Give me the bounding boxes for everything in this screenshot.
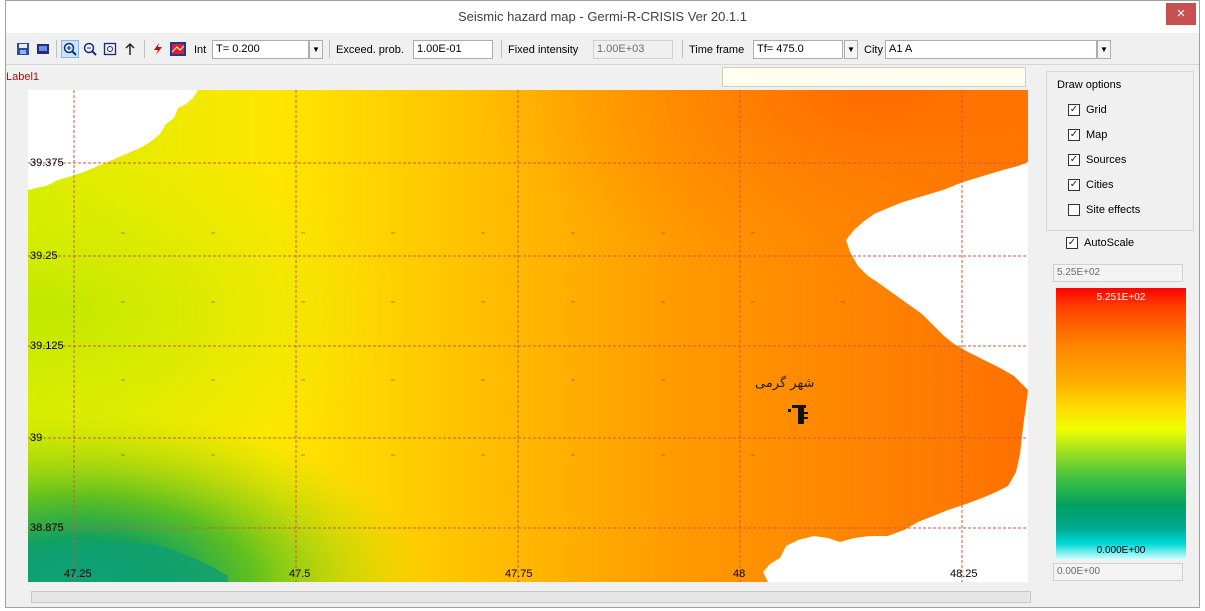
option-grid-label: Grid — [1086, 104, 1107, 116]
title-bar: Seismic hazard map - Germi-R-CRISIS Ver … — [6, 1, 1199, 33]
label1: Label1 — [6, 71, 40, 83]
scale-max-input[interactable]: 5.25E+02 — [1053, 264, 1183, 282]
time-frame-label: Time frame — [689, 44, 745, 56]
zoom-in-icon[interactable] — [61, 40, 79, 58]
exceed-prob-label: Exceed. prob. — [336, 44, 404, 56]
time-frame-dropdown-icon[interactable]: ▼ — [844, 40, 858, 59]
checkbox-map[interactable]: ✓ — [1068, 129, 1080, 141]
draw-options-group: Draw options ✓ Grid ✓ Map ✓ Sources ✓ Ci… — [1046, 71, 1194, 231]
info-box — [722, 67, 1026, 87]
int-label: Int — [194, 44, 207, 56]
lat-label-39-375: 39.375 — [30, 157, 64, 169]
time-frame-select[interactable]: Tf= 475.0 — [753, 40, 843, 59]
option-sources[interactable]: ✓ Sources — [1068, 152, 1126, 168]
option-sources-label: Sources — [1086, 154, 1127, 166]
int-select[interactable]: T= 0.200 — [212, 40, 309, 59]
checkbox-site-effects[interactable] — [1068, 204, 1080, 216]
option-site-effects-label: Site effects — [1086, 204, 1141, 216]
draw-options-title: Draw options — [1057, 79, 1122, 91]
lon-label-47-5: 47.5 — [289, 568, 311, 580]
colorbar-max-label: 5.251E+02 — [1096, 292, 1146, 303]
window-title: Seismic hazard map - Germi-R-CRISIS Ver … — [458, 9, 747, 24]
lon-label-47-75: 47.75 — [505, 568, 533, 580]
app-window: Seismic hazard map - Germi-R-CRISIS Ver … — [5, 0, 1200, 608]
city-select[interactable]: A1 A — [885, 40, 1097, 59]
status-bar — [31, 591, 1031, 603]
city-label: City — [864, 44, 883, 56]
scale-min-input[interactable]: 0.00E+00 — [1053, 563, 1183, 581]
checkbox-grid[interactable]: ✓ — [1068, 104, 1080, 116]
lat-label-39-25: 39.25 — [30, 250, 58, 262]
checkbox-sources[interactable]: ✓ — [1068, 154, 1080, 166]
autoscale-label: AutoScale — [1084, 237, 1135, 249]
checkbox-autoscale[interactable]: ✓ — [1066, 237, 1078, 249]
lat-label-39: 39 — [30, 432, 43, 444]
fixed-intensity-input[interactable]: 1.00E+03 — [593, 40, 673, 59]
colorbar-min-label: 0.000E+00 — [1096, 545, 1146, 556]
option-site-effects[interactable]: Site effects — [1068, 202, 1140, 218]
city-dropdown-icon[interactable]: ▼ — [1097, 40, 1111, 59]
lon-label-47-25: 47.25 — [64, 568, 92, 580]
toolbar: Int T= 0.200 ▼ Exceed. prob. 1.00E-01 Fi… — [6, 34, 1199, 65]
map-color-icon[interactable] — [169, 40, 187, 58]
city-name-label: شهر گرمی — [755, 376, 815, 391]
option-cities-label: Cities — [1086, 179, 1114, 191]
int-dropdown-icon[interactable]: ▼ — [309, 40, 323, 59]
lat-label-39-125: 39.125 — [30, 340, 64, 352]
option-cities[interactable]: ✓ Cities — [1068, 177, 1114, 193]
close-button[interactable]: × — [1166, 3, 1196, 25]
option-map-label: Map — [1086, 129, 1108, 141]
color-scale-bar: 5.251E+02 0.000E+00 — [1056, 288, 1186, 560]
checkbox-cities[interactable]: ✓ — [1068, 179, 1080, 191]
option-map[interactable]: ✓ Map — [1068, 127, 1107, 143]
zoom-out-icon[interactable] — [81, 40, 99, 58]
autoscale-option[interactable]: ✓ AutoScale — [1066, 237, 1134, 249]
lon-label-48-25: 48.25 — [950, 568, 978, 580]
hazard-map[interactable]: 39.375 39.25 39.125 39 38.875 47.25 47.5… — [28, 90, 1028, 582]
lon-label-48: 48 — [733, 568, 746, 580]
hazard-map-canvas — [28, 90, 1028, 582]
save-icon[interactable] — [14, 40, 32, 58]
lightning-icon[interactable] — [149, 40, 167, 58]
fixed-intensity-label: Fixed intensity — [508, 44, 579, 56]
option-grid[interactable]: ✓ Grid — [1068, 102, 1107, 118]
exceed-prob-input[interactable]: 1.00E-01 — [413, 40, 493, 59]
display-icon[interactable] — [34, 40, 52, 58]
lat-label-38-875: 38.875 — [30, 522, 64, 534]
zoom-fit-icon[interactable] — [101, 40, 119, 58]
up-arrow-icon[interactable] — [121, 40, 139, 58]
